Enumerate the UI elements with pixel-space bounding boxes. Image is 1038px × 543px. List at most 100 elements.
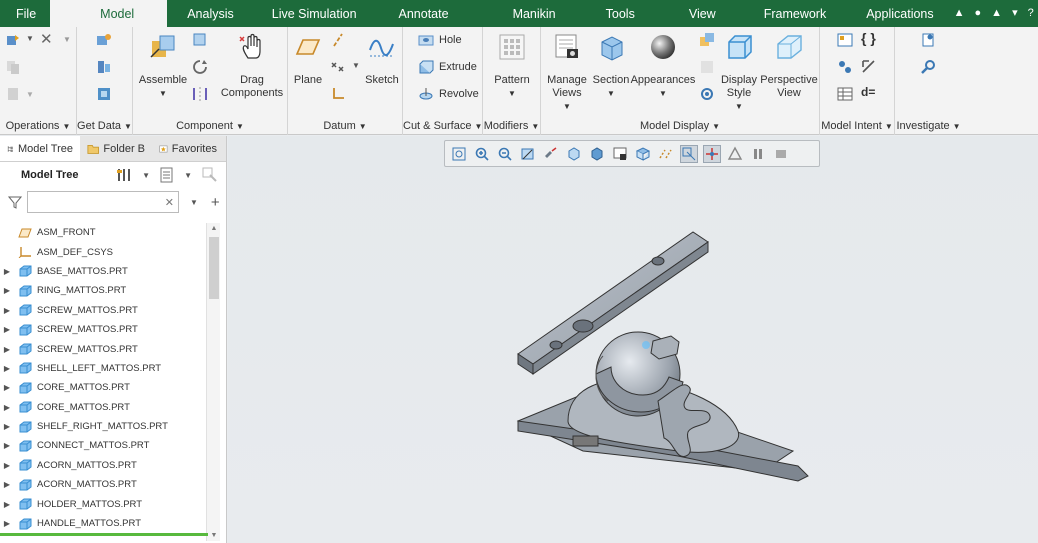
table-icon[interactable] [837, 86, 853, 102]
pause-icon[interactable] [750, 146, 766, 162]
tree-item[interactable]: ▶ SCREW_MATTOS.PRT [0, 339, 206, 358]
tree-item[interactable]: ASM_FRONT [0, 223, 206, 242]
help-icon[interactable]: ? [1028, 8, 1034, 19]
expand-arrow-icon[interactable]: ▶ [0, 286, 14, 295]
collapse-ribbon-icon[interactable]: ▲ [954, 8, 965, 19]
spin-center-icon[interactable] [543, 146, 559, 162]
tree-item[interactable]: ▶ CORE_MATTOS.PRT [0, 378, 206, 397]
group-label-component[interactable]: Component ▼ [133, 120, 287, 132]
triangle-icon[interactable] [727, 146, 743, 162]
regenerate-icon[interactable] [5, 33, 21, 49]
display-style-button[interactable]: Display Style ▼ [719, 32, 759, 113]
scroll-down-icon[interactable]: ▼ [207, 532, 221, 539]
tab-favorites[interactable]: Favorites [152, 136, 224, 161]
expand-arrow-icon[interactable]: ▶ [0, 422, 14, 431]
expand-arrow-icon[interactable]: ▶ [0, 306, 14, 315]
expand-arrow-icon[interactable]: ▶ [0, 500, 14, 509]
group-label-investigate[interactable]: Investigate ▼ [895, 120, 962, 132]
section-button[interactable]: Section ▼ [591, 32, 631, 100]
zoom-out-icon[interactable] [497, 146, 513, 162]
tree-item[interactable]: ▶ SHELL_LEFT_MATTOS.PRT [0, 359, 206, 378]
group-label-model-display[interactable]: Model Display ▼ [541, 120, 819, 132]
graphics-window[interactable] [228, 136, 1038, 543]
stop-icon[interactable] [773, 146, 789, 162]
tree-item[interactable]: ▶ ACORN_MATTOS.PRT [0, 456, 206, 475]
d-equals-icon[interactable]: d= [861, 85, 875, 99]
tree-item[interactable]: ▶ SHELF_RIGHT_MATTOS.PRT [0, 417, 206, 436]
tab-folder-browser[interactable]: Folder B [80, 136, 152, 161]
expand-arrow-icon[interactable]: ▶ [0, 403, 14, 412]
filter-icon[interactable] [8, 195, 22, 209]
tab-manikin[interactable]: Manikin [489, 0, 580, 27]
assemble-button[interactable]: Assemble ▼ [139, 32, 187, 100]
chevron-down-icon[interactable]: ▼ [142, 171, 150, 180]
chevron-down-icon[interactable]: ▼ [190, 198, 198, 207]
tree-item[interactable]: ▶ CORE_MATTOS.PRT [0, 398, 206, 417]
tree-item[interactable]: ▶ RING_MATTOS.PRT [0, 281, 206, 300]
reference-viewer-icon[interactable] [920, 32, 936, 48]
chevron-down-icon[interactable]: ▼ [184, 171, 192, 180]
show-icon[interactable] [160, 167, 174, 183]
relations-icon[interactable]: { } [861, 30, 876, 46]
tree-item[interactable]: ASM_DEF_CSYS [0, 242, 206, 261]
expand-arrow-icon[interactable]: ▶ [0, 519, 14, 528]
expand-arrow-icon[interactable]: ▶ [0, 441, 14, 450]
extrude-button[interactable]: Extrude [418, 59, 477, 75]
tab-live-simulation[interactable]: Live Simulation [254, 0, 385, 27]
chevron-down-icon[interactable]: ▼ [352, 61, 360, 70]
copy-geometry-icon[interactable] [96, 59, 112, 75]
tab-framework[interactable]: Framework [744, 0, 847, 27]
search-tool-icon[interactable] [920, 59, 936, 75]
perspective-icon[interactable] [635, 146, 651, 162]
saved-orientations-icon[interactable] [566, 146, 582, 162]
tab-applications[interactable]: Applications [846, 0, 953, 27]
pattern-button[interactable]: Pattern ▼ [492, 32, 532, 100]
clear-search-icon[interactable]: ✕ [165, 196, 174, 209]
zoom-in-icon[interactable] [474, 146, 490, 162]
repaint-icon[interactable] [520, 146, 536, 162]
tree-item[interactable]: ▶ HANDLE_MATTOS.PRT [0, 514, 206, 533]
parameters-icon[interactable] [837, 32, 853, 48]
tree-item[interactable]: ▶ ACORN_MATTOS.PRT [0, 475, 206, 494]
expand-arrow-icon[interactable]: ▶ [0, 480, 14, 489]
refit-icon[interactable] [451, 146, 467, 162]
group-label-modifiers[interactable]: Modifiers ▼ [483, 120, 540, 132]
perspective-view-button[interactable]: Perspective View [760, 32, 818, 100]
tree-item[interactable]: ▶ CONNECT_MATTOS.PRT [0, 436, 206, 455]
family-table-icon[interactable] [837, 59, 853, 75]
add-icon[interactable]: + [211, 194, 220, 211]
expand-arrow-icon[interactable]: ▶ [0, 345, 14, 354]
expand-arrow-icon[interactable]: ▶ [0, 267, 14, 276]
tab-model-tree[interactable]: Model Tree [0, 136, 80, 161]
spin-center-toggle-icon[interactable] [703, 144, 721, 163]
expand-arrow-icon[interactable]: ▶ [0, 325, 14, 334]
user-icon[interactable]: ● [975, 8, 982, 19]
group-label-cut-surface[interactable]: Cut & Surface ▼ [403, 120, 482, 132]
switch-dimensions-icon[interactable] [861, 59, 877, 75]
tree-item[interactable]: ▶ SCREW_MATTOS.PRT [0, 301, 206, 320]
datum-point-icon[interactable] [330, 59, 346, 75]
expand-arrow-icon[interactable]: ▶ [0, 383, 14, 392]
tab-view[interactable]: View [661, 0, 744, 27]
mirror-component-icon[interactable] [192, 86, 208, 102]
tree-search-input[interactable] [28, 192, 178, 212]
delete-icon[interactable]: ✕ [40, 30, 53, 48]
user-defined-feature-icon[interactable] [96, 32, 112, 48]
tab-tools[interactable]: Tools [580, 0, 661, 27]
group-label-datum[interactable]: Datum ▼ [288, 120, 402, 132]
shrinkwrap-icon[interactable] [96, 86, 112, 102]
learning-icon[interactable]: ▲ [991, 8, 1002, 19]
tree-item[interactable]: ▶ BASE_MATTOS.PRT [0, 262, 206, 281]
view-manager-icon[interactable] [612, 146, 628, 162]
scene-icon[interactable] [699, 32, 715, 48]
chevron-down-icon[interactable]: ▼ [63, 35, 71, 44]
tree-scrollbar[interactable]: ▲ ▼ [206, 223, 220, 541]
revolve-button[interactable]: Revolve [418, 86, 479, 102]
expand-arrow-icon[interactable]: ▶ [0, 461, 14, 470]
plane-button[interactable]: Plane [292, 32, 324, 87]
hole-button[interactable]: Hole [418, 32, 462, 48]
tab-analysis[interactable]: Analysis [167, 0, 254, 27]
drag-components-button[interactable]: Drag Components [221, 32, 283, 100]
group-label-get-data[interactable]: Get Data ▼ [77, 120, 132, 132]
annotation-display-icon[interactable] [680, 144, 698, 163]
